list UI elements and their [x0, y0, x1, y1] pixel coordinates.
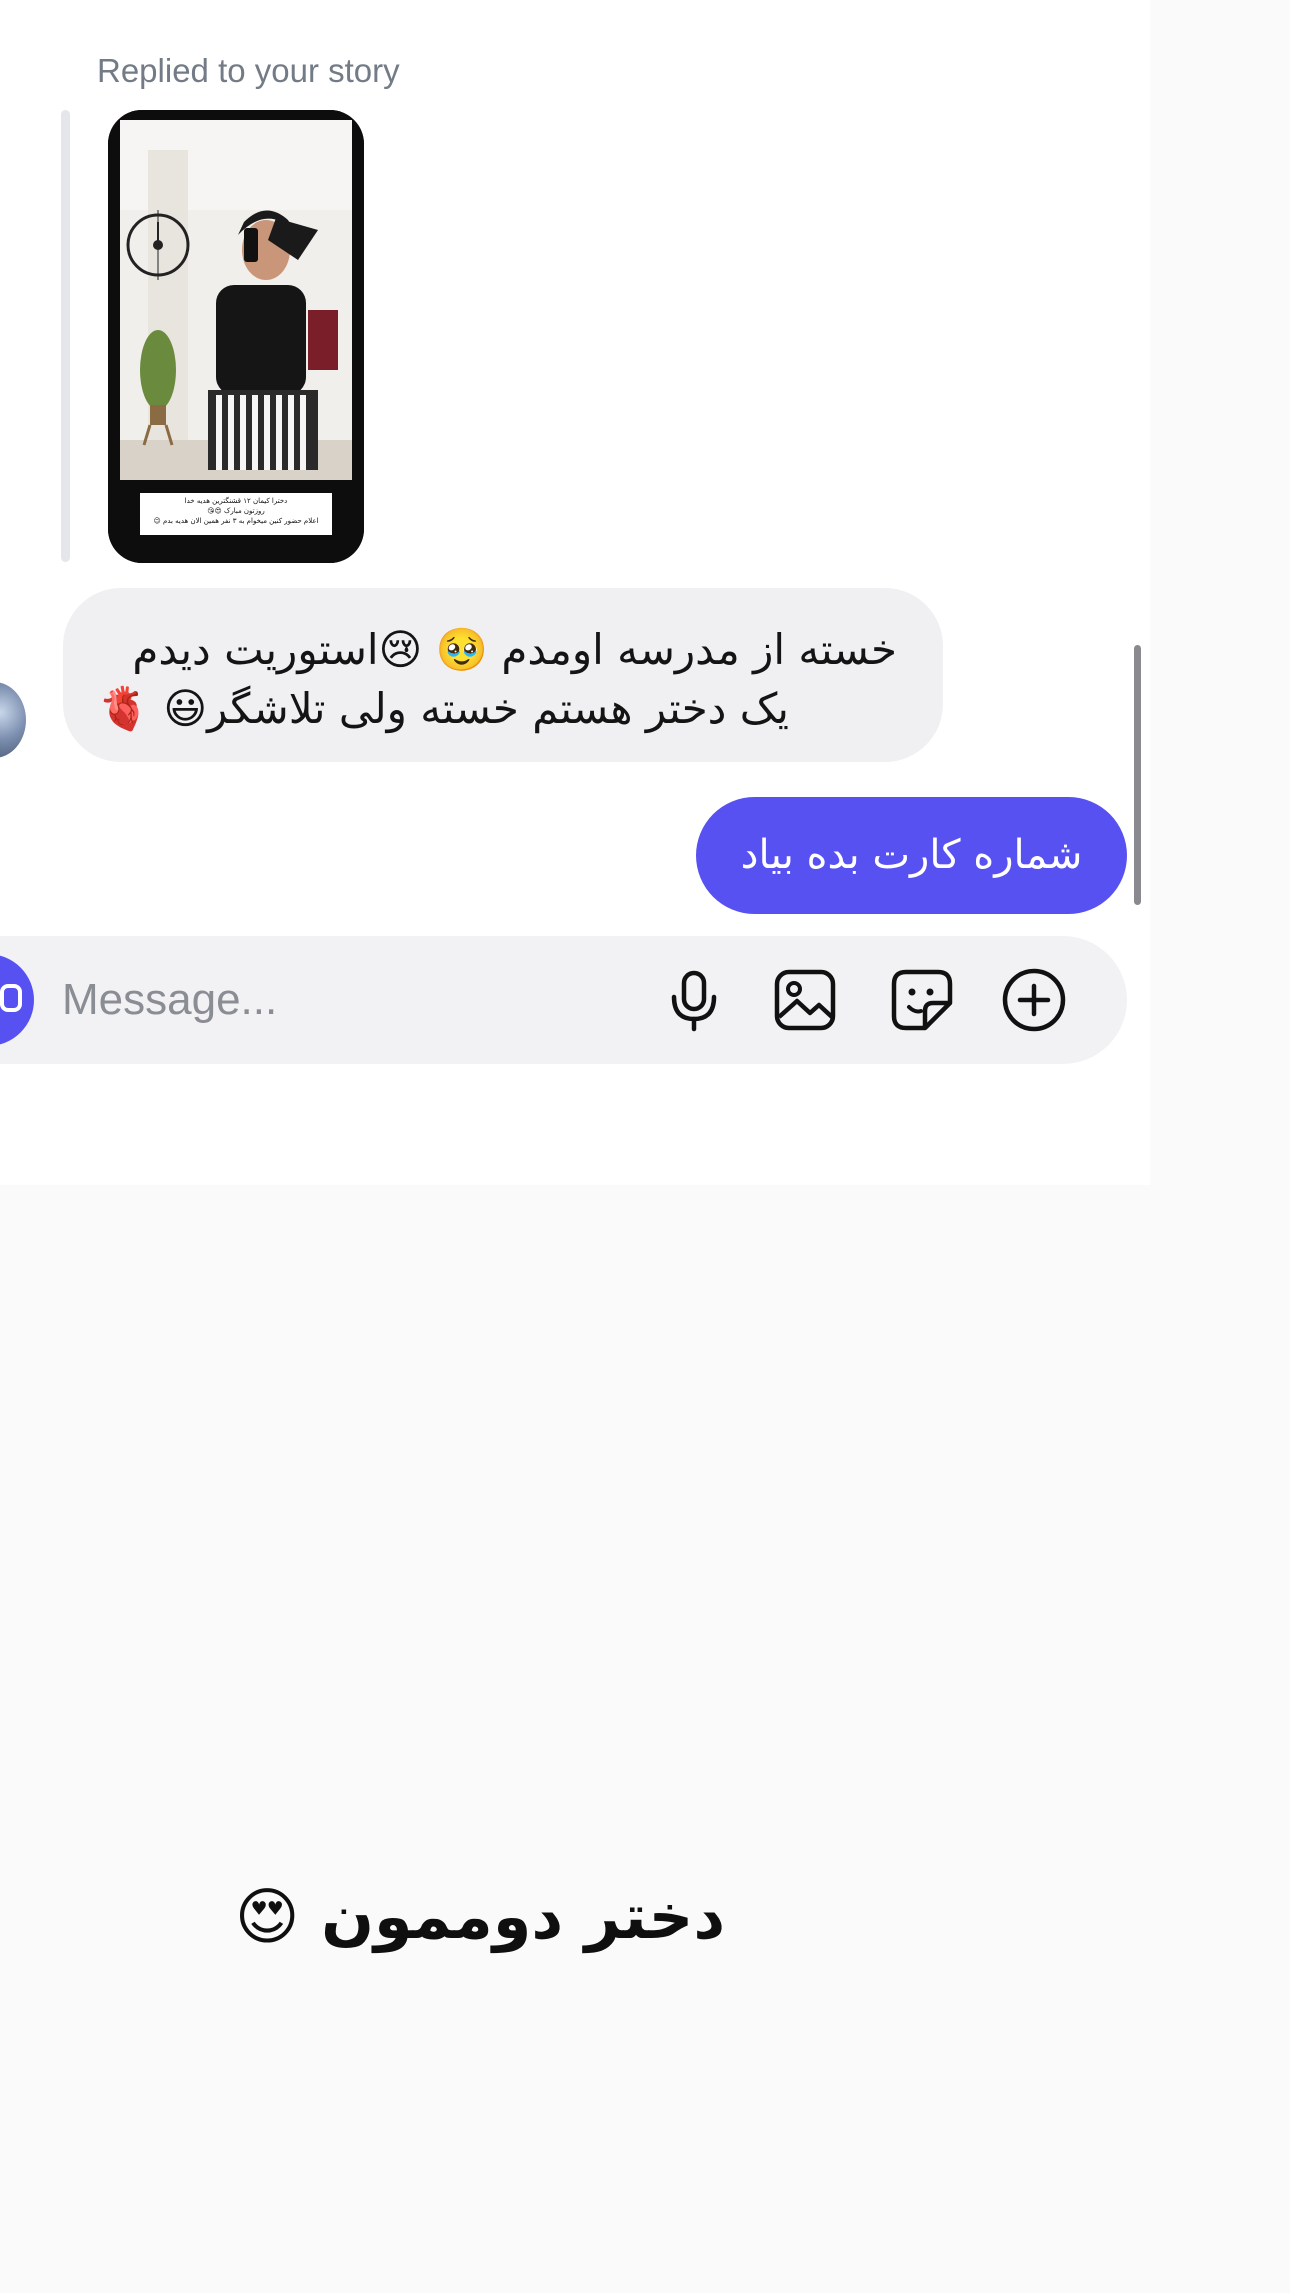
- incoming-message-line: خسته از مدرسه اومدم 🥹 😢استوریت دیدم: [132, 625, 897, 674]
- camera-icon: [0, 984, 22, 1012]
- reply-indicator-bar: [61, 110, 70, 562]
- image-icon[interactable]: [772, 967, 838, 1033]
- microphone-icon[interactable]: [661, 967, 727, 1033]
- chat-thread[interactable]: Replied to your story دخترا کیمان ۱۲ قشن…: [0, 0, 1150, 1185]
- outgoing-message-bubble[interactable]: شماره کارت بده بیاد: [696, 797, 1127, 914]
- incoming-message-bubble[interactable]: خسته از مدرسه اومدم 🥹 😢استوریت دیدم یک د…: [63, 588, 943, 762]
- message-composer: [0, 936, 1127, 1064]
- message-input[interactable]: [62, 970, 602, 1030]
- story-caption-line: روزتون مبارک 😍😘: [207, 507, 265, 515]
- overlay-caption-text: دختر دوممون 😍: [234, 1880, 726, 1953]
- screen: Replied to your story دخترا کیمان ۱۲ قشن…: [0, 0, 1290, 2293]
- story-caption-line: اعلام حضور کنین میخوام به ۳ نفر همین الا…: [153, 517, 319, 525]
- incoming-message-line: یک دختر هستم خسته ولی تلاشگر😃 🫀: [97, 684, 789, 733]
- replied-to-story-label: Replied to your story: [97, 52, 400, 89]
- scrollbar[interactable]: [1134, 645, 1141, 905]
- camera-button[interactable]: [0, 954, 34, 1046]
- sender-avatar[interactable]: [0, 682, 26, 758]
- story-preview-thumbnail[interactable]: دخترا کیمان ۱۲ قشنگترین هدیه خدا روزتون …: [108, 110, 364, 563]
- story-caption-line: دخترا کیمان ۱۲ قشنگترین هدیه خدا: [184, 497, 288, 505]
- story-caption: دخترا کیمان ۱۲ قشنگترین هدیه خدا روزتون …: [140, 493, 332, 535]
- add-icon[interactable]: [1001, 967, 1067, 1033]
- sticker-icon[interactable]: [889, 967, 955, 1033]
